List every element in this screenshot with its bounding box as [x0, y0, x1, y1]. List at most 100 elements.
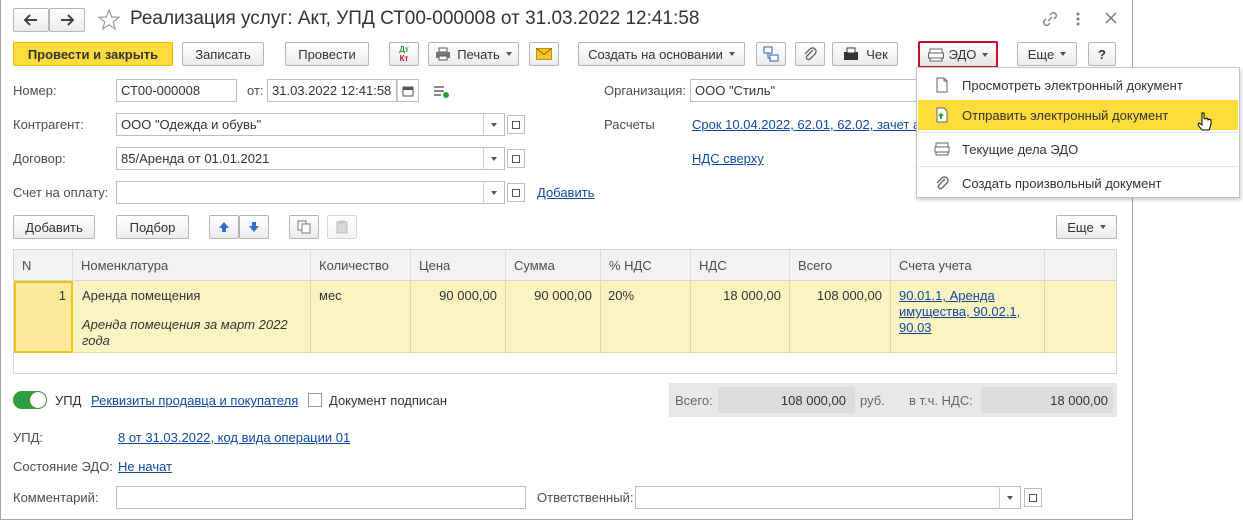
row-accounts-link-2[interactable]: имущества, 90.02.1, [899, 304, 1020, 319]
signed-label: Документ подписан [329, 393, 448, 408]
post-and-close-button[interactable]: Провести и закрыть [13, 42, 173, 66]
upd-link[interactable]: 8 от 31.03.2022, код вида операции 01 [118, 430, 350, 445]
settlements-link[interactable]: Срок 10.04.2022, 62.01, 62.02, зачет а [692, 117, 918, 132]
contract-field[interactable]: 85/Аренда от 01.01.2021 [116, 147, 484, 170]
menu-item-send-edoc-label: Отправить электронный документ [962, 107, 1169, 123]
move-down-button[interactable] [239, 215, 269, 239]
col-nomenclature[interactable]: Номенклатура [73, 250, 311, 281]
write-button[interactable]: Записать [182, 42, 264, 66]
row-accounts-link-1[interactable]: 90.01.1, Аренда [899, 288, 995, 303]
more-actions-button[interactable]: Еще [1017, 42, 1077, 66]
col-vat[interactable]: НДС [691, 250, 790, 281]
table-row[interactable]: 1 Аренда помещения Аренда помещения за м… [14, 281, 1116, 353]
print-button[interactable]: Печать [428, 42, 519, 66]
counterparty-dropdown[interactable] [483, 113, 505, 136]
date-from-label: от: [247, 83, 264, 98]
upd-toggle[interactable] [13, 391, 47, 409]
send-document-icon [936, 107, 948, 123]
row-divider-8 [1044, 281, 1045, 353]
status-list-icon[interactable] [433, 84, 449, 98]
attach-button[interactable] [795, 42, 825, 66]
check-button[interactable]: Чек [832, 42, 898, 66]
responsible-dropdown[interactable] [999, 486, 1021, 509]
structure-button[interactable] [756, 42, 786, 66]
number-field[interactable]: СТ00-000008 [116, 79, 237, 102]
col-n[interactable]: N [14, 250, 73, 281]
menu-item-create-custom[interactable]: Создать произвольный документ [918, 168, 1238, 198]
menu-item-edo-tasks[interactable]: Текущие дела ЭДО [918, 134, 1238, 164]
col-accounts[interactable]: Счета учета [891, 250, 1045, 281]
incl-vat-label: в т.ч. НДС: [909, 393, 973, 408]
paste-row-button[interactable] [327, 215, 357, 239]
col-vat-rate[interactable]: % НДС [601, 250, 691, 281]
post-button[interactable]: Провести [285, 42, 369, 66]
date-field[interactable]: 31.03.2022 12:41:58 [267, 79, 397, 102]
invoice-dropdown[interactable] [483, 181, 505, 204]
favorite-star-icon[interactable] [97, 8, 121, 32]
row-accounts-link-3[interactable]: 90.03 [899, 320, 932, 335]
responsible-open-button[interactable] [1024, 488, 1042, 507]
col-quantity[interactable]: Количество [311, 250, 411, 281]
menu-item-send-edoc[interactable]: Отправить электронный документ [918, 100, 1238, 130]
dt-kt-button[interactable]: Дт Кт [389, 42, 419, 66]
vat-on-top-link[interactable]: НДС сверху [692, 151, 764, 166]
document-icon [936, 77, 948, 93]
row-divider-4 [600, 281, 601, 353]
forward-button[interactable] [49, 8, 85, 32]
dt-kt-icon-kt: Кт [399, 54, 409, 63]
email-button[interactable] [529, 42, 559, 66]
help-button[interactable]: ? [1088, 42, 1116, 66]
col-total[interactable]: Всего [790, 250, 891, 281]
counterparty-label: Контрагент: [13, 117, 84, 132]
dt-kt-icon-dt: Дт [399, 45, 409, 54]
envelope-icon [536, 48, 552, 60]
menu-item-view-edoc[interactable]: Просмотреть электронный документ [918, 70, 1238, 100]
arrow-up-icon [219, 222, 229, 232]
toggle-knob [30, 392, 46, 408]
incl-vat-value: 18 000,00 [1050, 393, 1108, 408]
organization-label: Организация: [604, 83, 687, 98]
invoice-add-link[interactable]: Добавить [537, 185, 594, 200]
invoice-field[interactable] [116, 181, 484, 204]
link-icon[interactable] [1041, 10, 1059, 28]
create-based-on-button[interactable]: Создать на основании [578, 42, 745, 66]
counterparty-field[interactable]: ООО "Одежда и обувь" [116, 113, 484, 136]
total-value: 108 000,00 [780, 393, 846, 408]
edo-state-label: Состояние ЭДО: [13, 459, 113, 474]
table-body: 1 Аренда помещения Аренда помещения за м… [13, 281, 1117, 374]
row-vat: 18 000,00 [723, 288, 781, 303]
col-price[interactable]: Цена [411, 250, 506, 281]
total-label: Всего: [675, 393, 713, 408]
requisites-link[interactable]: Реквизиты продавца и покупателя [91, 393, 298, 408]
move-up-button[interactable] [209, 215, 239, 239]
more-vertical-icon[interactable] [1073, 10, 1083, 28]
row-price: 90 000,00 [439, 288, 497, 303]
counterparty-open-button[interactable] [507, 115, 525, 134]
paste-icon [336, 220, 348, 234]
table-pick-button[interactable]: Подбор [116, 215, 189, 239]
signed-checkbox[interactable] [308, 393, 322, 407]
invoice-open-button[interactable] [507, 183, 525, 202]
print-label: Печать [457, 46, 500, 62]
close-icon[interactable] [1103, 10, 1119, 26]
arrow-down-icon [249, 222, 259, 232]
row-total: 108 000,00 [816, 288, 882, 303]
table-add-button[interactable]: Добавить [13, 215, 95, 239]
contract-dropdown[interactable] [483, 147, 505, 170]
copy-row-button[interactable] [289, 215, 319, 239]
responsible-field[interactable] [635, 486, 1000, 509]
contract-open-button[interactable] [507, 149, 525, 168]
menu-separator [918, 132, 1238, 133]
edo-state-link[interactable]: Не начат [118, 459, 172, 474]
comment-field[interactable] [116, 486, 526, 509]
organization-field[interactable]: ООО "Стиль" [690, 79, 920, 102]
structure-icon [763, 46, 779, 62]
row-divider-1 [310, 281, 311, 353]
back-button[interactable] [13, 8, 49, 32]
calendar-button[interactable] [397, 79, 419, 102]
row-quantity: мес [319, 288, 342, 303]
edo-button[interactable]: ЭДО [918, 41, 998, 68]
mouse-cursor-icon [1197, 112, 1213, 134]
table-more-button[interactable]: Еще [1056, 215, 1117, 239]
col-sum[interactable]: Сумма [506, 250, 601, 281]
